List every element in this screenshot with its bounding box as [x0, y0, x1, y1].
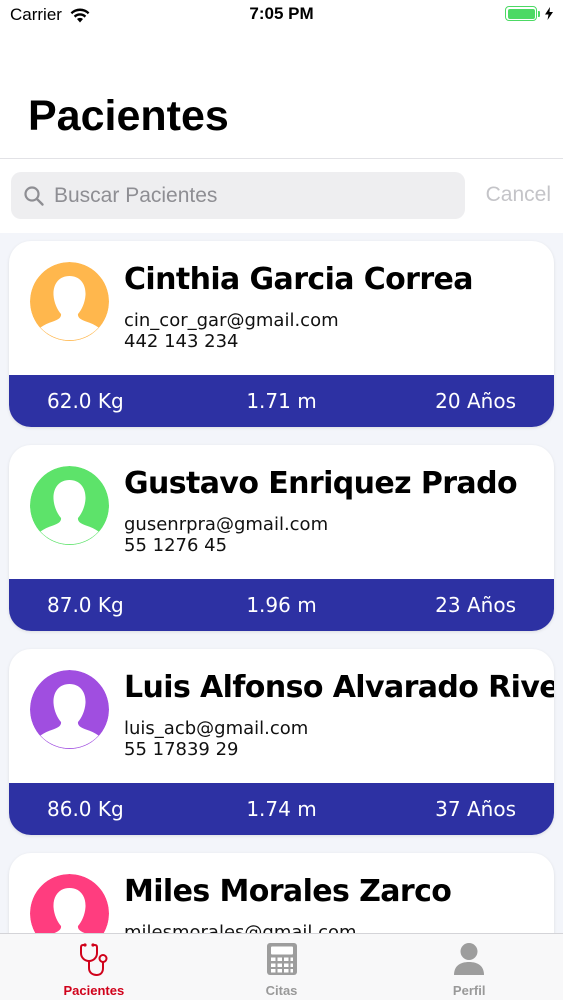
page-title: Pacientes	[28, 92, 229, 140]
patient-stats-bar: 86.0 Kg 1.74 m 37 Años	[9, 783, 554, 835]
avatar	[30, 874, 109, 933]
patient-age: 23 Años	[435, 593, 516, 617]
patient-phone: 55 17839 29	[124, 739, 239, 760]
battery-cap	[538, 10, 540, 17]
battery-icon	[505, 6, 537, 21]
status-bar: Carrier 7:05 PM	[0, 0, 563, 30]
search-input[interactable]	[54, 183, 434, 208]
screen: Carrier 7:05 PM Pacientes Buscar Pacient…	[0, 0, 563, 1000]
patient-name: Luis Alfonso Alvarado Rivera	[124, 670, 554, 705]
tab-label: Citas	[265, 983, 298, 998]
avatar	[30, 262, 109, 341]
tab-perfil[interactable]: Perfil	[375, 934, 563, 1000]
person-icon	[453, 942, 485, 979]
patient-stats-bar: 62.0 Kg 1.71 m 20 Años	[9, 375, 554, 427]
patient-card[interactable]: Cinthia Garcia Correa cin_cor_gar@gmail.…	[9, 241, 554, 427]
patient-card[interactable]: Luis Alfonso Alvarado Rivera luis_acb@gm…	[9, 649, 554, 835]
patient-name: Cinthia Garcia Correa	[124, 262, 474, 297]
person-silhouette-icon	[30, 466, 109, 545]
patient-email: gusenrpra@gmail.com	[124, 514, 329, 535]
tab-citas[interactable]: Citas	[188, 934, 376, 1000]
calculator-icon	[266, 942, 298, 979]
patient-card[interactable]: Gustavo Enriquez Prado gusenrpra@gmail.c…	[9, 445, 554, 631]
battery-fill	[507, 8, 535, 19]
avatar	[30, 670, 109, 749]
search-bar[interactable]	[11, 172, 465, 219]
cancel-button[interactable]: Cancel	[486, 183, 551, 207]
patient-phone: 442 143 234	[124, 331, 239, 352]
patient-card[interactable]: Miles Morales Zarco milesmorales@gmail.c…	[9, 853, 554, 933]
person-silhouette-icon	[30, 874, 109, 933]
patient-email: milesmorales@gmail.com	[124, 922, 357, 933]
patient-name: Miles Morales Zarco	[124, 874, 452, 909]
avatar	[30, 466, 109, 545]
stethoscope-icon	[79, 942, 109, 981]
status-time: 7:05 PM	[249, 4, 314, 23]
tab-label: Perfil	[452, 983, 486, 998]
patient-age: 37 Años	[435, 797, 516, 821]
status-right	[505, 6, 553, 21]
person-silhouette-icon	[30, 670, 109, 749]
patient-email: luis_acb@gmail.com	[124, 718, 309, 739]
patient-name: Gustavo Enriquez Prado	[124, 466, 518, 501]
tab-pacientes[interactable]: Pacientes	[0, 934, 188, 1000]
tab-label: Pacientes	[63, 983, 125, 998]
tab-bar: Pacientes Citas Perfil	[0, 933, 563, 1000]
patient-phone: 55 1276 45	[124, 535, 228, 556]
charging-bolt-icon	[545, 7, 553, 20]
search-icon	[23, 185, 45, 207]
patient-stats-bar: 87.0 Kg 1.96 m 23 Años	[9, 579, 554, 631]
title-divider	[0, 158, 563, 159]
patient-age: 20 Años	[435, 389, 516, 413]
patient-email: cin_cor_gar@gmail.com	[124, 310, 339, 331]
person-silhouette-icon	[30, 262, 109, 341]
patient-list[interactable]: Cinthia Garcia Correa cin_cor_gar@gmail.…	[0, 233, 563, 933]
